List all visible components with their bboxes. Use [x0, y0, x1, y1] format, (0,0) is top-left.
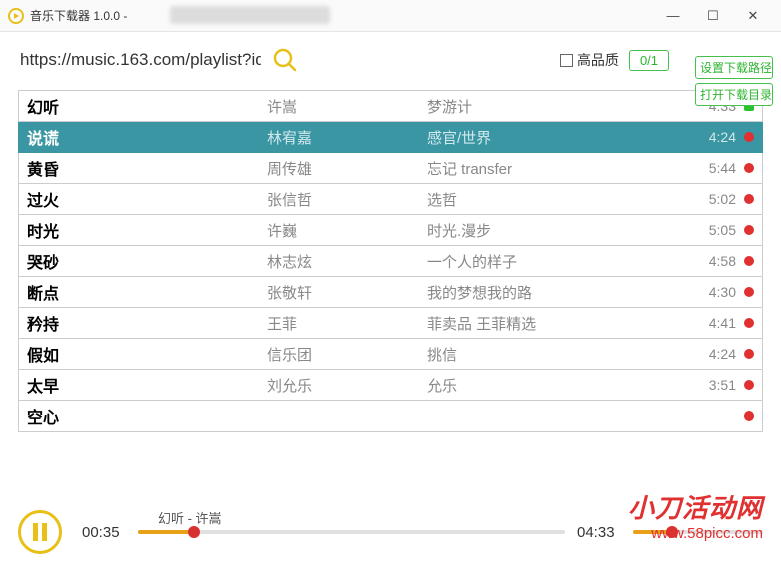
- track-artist: 信乐团: [267, 344, 427, 365]
- track-duration: 5:02: [692, 191, 736, 207]
- track-row[interactable]: 黄昏周传雄忘记 transfer5:44: [18, 153, 763, 184]
- download-counter: 0/1: [629, 50, 669, 71]
- track-row[interactable]: 哭砂林志炫一个人的样子4:58: [18, 246, 763, 277]
- track-album: 我的梦想我的路: [427, 282, 692, 303]
- track-artist: 林志炫: [267, 251, 427, 272]
- track-album: 菲卖品 王菲精选: [427, 313, 692, 334]
- track-duration: 5:44: [692, 160, 736, 176]
- maximize-button[interactable]: ☐: [693, 2, 733, 30]
- app-icon: [8, 8, 24, 24]
- search-icon: [272, 47, 298, 73]
- volume-slider[interactable]: [633, 530, 763, 534]
- track-duration: 4:41: [692, 315, 736, 331]
- track-title: 假如: [27, 342, 267, 366]
- track-row[interactable]: 时光许巍时光.漫步5:05: [18, 215, 763, 246]
- track-title: 空心: [27, 404, 267, 428]
- quality-label: 高品质: [577, 50, 619, 70]
- status-indicator: [744, 132, 754, 142]
- toolbar: 高品质 0/1: [0, 32, 781, 84]
- now-playing-label: 幻听 - 许嵩: [158, 508, 222, 527]
- track-album: 允乐: [427, 375, 692, 396]
- track-artist: 张敬轩: [267, 282, 427, 303]
- track-artist: 许嵩: [267, 96, 427, 117]
- status-indicator: [744, 411, 754, 421]
- track-title: 说谎: [27, 125, 267, 149]
- track-album: 感官/世界: [427, 127, 692, 148]
- track-row[interactable]: 空心: [18, 401, 763, 432]
- titlebar: 音乐下载器 1.0.0 - — ☐ ✕: [0, 0, 781, 32]
- track-title: 哭砂: [27, 249, 267, 273]
- close-button[interactable]: ✕: [733, 2, 773, 30]
- track-album: 梦游计: [427, 96, 692, 117]
- track-artist: 林宥嘉: [267, 127, 427, 148]
- status-indicator: [744, 225, 754, 235]
- track-row[interactable]: 断点张敬轩我的梦想我的路4:30: [18, 277, 763, 308]
- track-title: 时光: [27, 218, 267, 242]
- track-title: 太早: [27, 373, 267, 397]
- seek-slider[interactable]: [138, 530, 565, 534]
- status-indicator: [744, 318, 754, 328]
- track-artist: 许巍: [267, 220, 427, 241]
- status-indicator: [744, 256, 754, 266]
- total-time: 04:33: [577, 524, 621, 541]
- track-duration: 3:51: [692, 377, 736, 393]
- track-duration: 4:24: [692, 129, 736, 145]
- track-row[interactable]: 假如信乐团挑信4:24: [18, 339, 763, 370]
- track-title: 矜持: [27, 311, 267, 335]
- track-album: 忘记 transfer: [427, 158, 692, 179]
- search-button[interactable]: [271, 46, 299, 74]
- set-download-path-button[interactable]: 设置下载路径: [695, 56, 773, 79]
- track-album: 选哲: [427, 189, 692, 210]
- status-indicator: [744, 380, 754, 390]
- track-title: 黄昏: [27, 156, 267, 180]
- track-album: 时光.漫步: [427, 220, 692, 241]
- track-artist: 刘允乐: [267, 375, 427, 396]
- player-bar: 00:35 幻听 - 许嵩 04:33: [0, 498, 781, 566]
- track-list[interactable]: 幻听许嵩梦游计4:33说谎林宥嘉感官/世界4:24黄昏周传雄忘记 transfe…: [18, 90, 763, 432]
- track-artist: 王菲: [267, 313, 427, 334]
- track-row[interactable]: 矜持王菲菲卖品 王菲精选4:41: [18, 308, 763, 339]
- track-duration: 5:05: [692, 222, 736, 238]
- pause-button[interactable]: [18, 510, 62, 554]
- status-indicator: [744, 349, 754, 359]
- track-row[interactable]: 说谎林宥嘉感官/世界4:24: [18, 122, 763, 153]
- track-album: 一个人的样子: [427, 251, 692, 272]
- track-title: 断点: [27, 280, 267, 304]
- redacted-area: [170, 6, 330, 24]
- track-duration: 4:58: [692, 253, 736, 269]
- window-title: 音乐下载器 1.0.0 -: [30, 7, 127, 24]
- track-row[interactable]: 过火张信哲选哲5:02: [18, 184, 763, 215]
- pause-icon: [33, 523, 47, 541]
- quality-checkbox[interactable]: 高品质: [560, 50, 619, 70]
- open-download-dir-button[interactable]: 打开下载目录: [695, 83, 773, 106]
- status-indicator: [744, 163, 754, 173]
- track-artist: 张信哲: [267, 189, 427, 210]
- track-title: 幻听: [27, 94, 267, 118]
- url-input[interactable]: [20, 46, 261, 74]
- track-title: 过火: [27, 187, 267, 211]
- track-album: 挑信: [427, 344, 692, 365]
- track-row[interactable]: 幻听许嵩梦游计4:33: [18, 91, 763, 122]
- status-indicator: [744, 194, 754, 204]
- current-time: 00:35: [82, 524, 126, 541]
- checkbox-icon: [560, 54, 573, 67]
- status-indicator: [744, 287, 754, 297]
- track-artist: 周传雄: [267, 158, 427, 179]
- track-row[interactable]: 太早刘允乐允乐3:51: [18, 370, 763, 401]
- track-duration: 4:24: [692, 346, 736, 362]
- track-duration: 4:30: [692, 284, 736, 300]
- minimize-button[interactable]: —: [653, 2, 693, 30]
